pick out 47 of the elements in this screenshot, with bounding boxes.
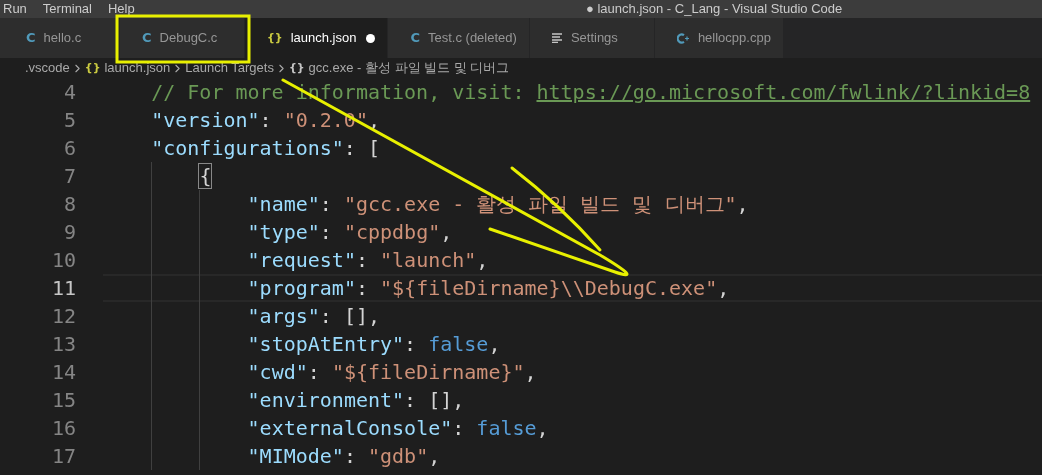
code-line: "configurations": [ <box>151 135 380 162</box>
c-file-icon: C <box>26 28 36 48</box>
line-number: 9 <box>62 219 76 246</box>
code-line: "program": "${fileDirname}\\DebugC.exe", <box>247 275 730 302</box>
cpp-file-icon <box>676 32 690 44</box>
menu-item[interactable]: Terminal <box>42 0 92 19</box>
c-file-icon: C <box>142 28 152 48</box>
editor-tab[interactable]: C DebugC.c <box>120 18 245 58</box>
editor-tab[interactable]: {} launch.json <box>245 18 389 58</box>
line-number: 17 <box>50 443 76 470</box>
line-number: 7 <box>62 163 76 190</box>
breadcrumb-item[interactable]: {} launch.json <box>84 58 171 78</box>
line-number: 12 <box>50 303 76 330</box>
line-number: 8 <box>62 191 76 218</box>
menu-item[interactable]: Run <box>3 0 27 19</box>
json-file-icon: {} <box>267 29 283 47</box>
line-number: 10 <box>50 247 76 274</box>
editor-tab[interactable]: hellocpp.cpp <box>654 18 784 58</box>
code-line: "stopAtEntry": false, <box>247 331 501 358</box>
line-number: 16 <box>50 415 76 442</box>
breadcrumb-item[interactable]: .vscode <box>25 58 70 78</box>
code-line: "request": "launch", <box>247 247 489 274</box>
code-line: "args": [], <box>247 303 381 330</box>
code-line: "MIMode": "gdb", <box>247 443 441 470</box>
braces-icon: {} <box>288 59 305 77</box>
window-title: ● launch.json - C_Lang - Visual Studio Code <box>586 0 843 18</box>
editor-tab[interactable]: C hello.c <box>0 18 120 58</box>
code-line: "cwd": "${fileDirname}", <box>247 359 537 386</box>
code-line: { <box>199 163 212 190</box>
line-number: 6 <box>62 135 76 162</box>
editor-tab[interactable]: C Test.c (deleted) <box>388 18 530 58</box>
c-file-icon: C <box>410 28 420 48</box>
menu-item[interactable]: Help <box>108 0 135 19</box>
code-line: "environment": [], <box>247 387 465 414</box>
line-number: 15 <box>50 387 76 414</box>
code-line: "type": "cppdbg", <box>247 219 453 246</box>
line-number: 4 <box>62 79 76 106</box>
line-number: 13 <box>50 331 76 358</box>
editor-tab[interactable]: Settings <box>529 18 655 58</box>
line-number: 14 <box>50 359 76 386</box>
line-number: 11 <box>50 275 76 302</box>
lines-icon <box>551 33 563 43</box>
breadcrumb-item[interactable]: Launch Targets <box>185 58 274 78</box>
breadcrumb-item[interactable]: {} gcc.exe - 활성 파일 빌드 및 디버그 <box>288 58 510 78</box>
code-line: "externalConsole": false, <box>247 415 549 442</box>
braces-icon: {} <box>84 59 101 77</box>
line-number: 5 <box>62 107 76 134</box>
